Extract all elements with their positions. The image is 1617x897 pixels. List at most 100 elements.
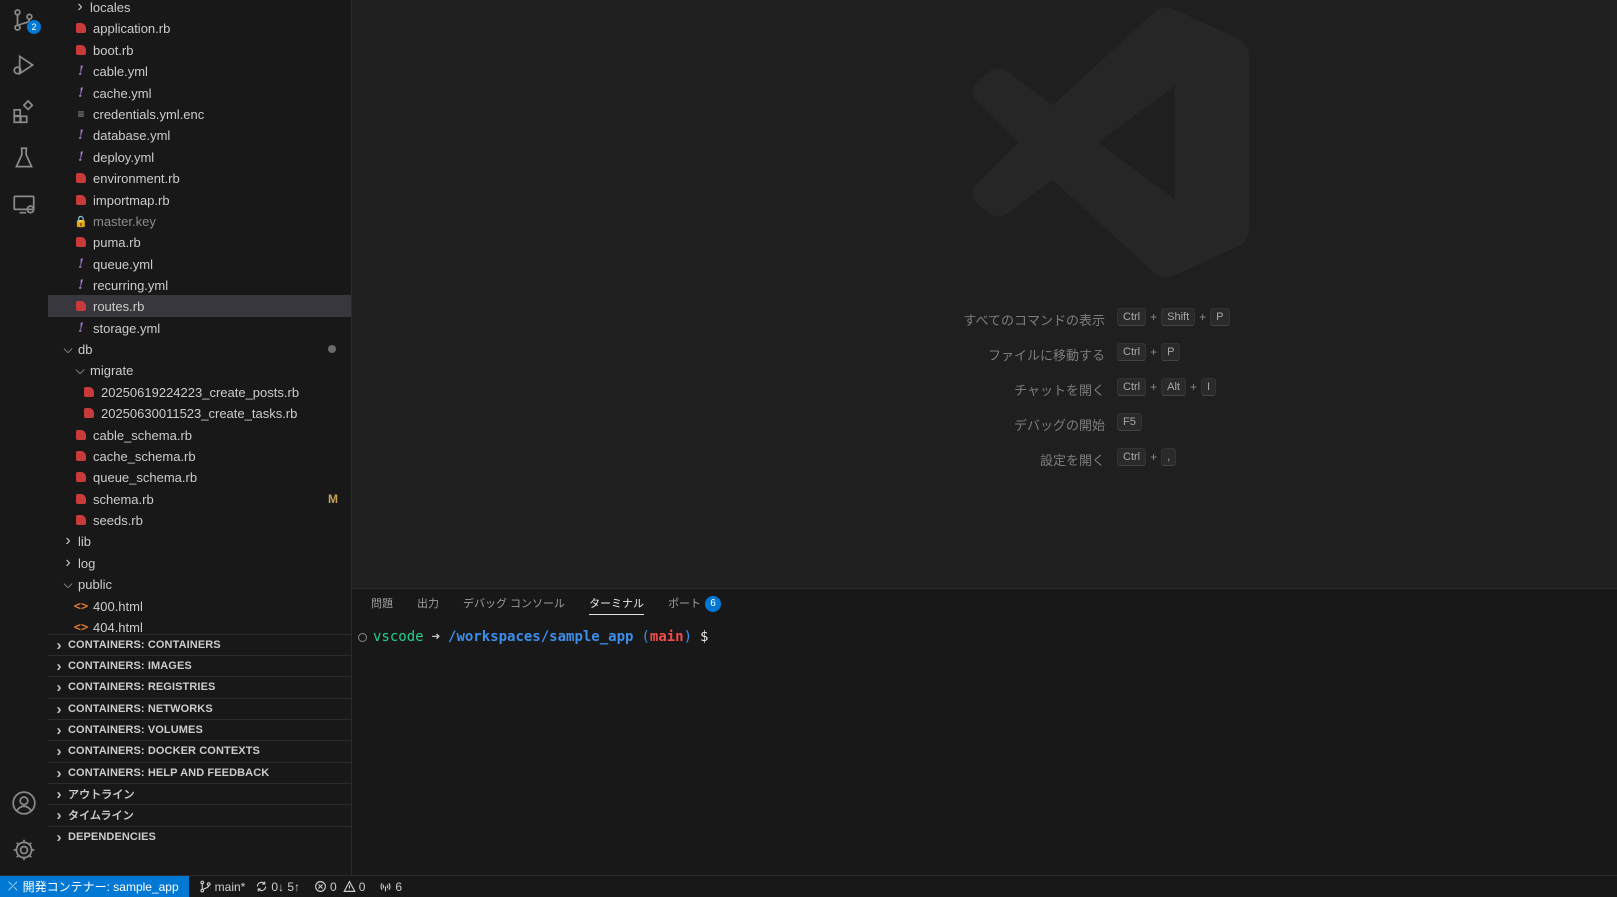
yaml-file-icon: ! xyxy=(78,277,84,293)
run-debug-icon[interactable] xyxy=(10,51,38,79)
yaml-file-icon: ! xyxy=(78,320,84,336)
key-cap: P xyxy=(1210,308,1230,326)
tree-file[interactable]: queue_schema.rb xyxy=(48,466,351,488)
sidebar-section-header[interactable]: › アウトライン xyxy=(48,783,351,804)
chevron-right-icon: › xyxy=(56,828,62,846)
tree-file[interactable]: <> 400.html xyxy=(48,595,351,617)
tree-folder[interactable]: › lib xyxy=(48,530,351,552)
branch-status[interactable]: main* xyxy=(199,880,245,894)
sidebar-section-header[interactable]: › CONTAINERS: HELP AND FEEDBACK xyxy=(48,762,351,783)
remote-indicator-button[interactable]: ⤫ 開発コンテナー: sample_app xyxy=(0,875,189,897)
ports-count: 6 xyxy=(395,879,403,894)
sidebar-section-header[interactable]: › DEPENDENCIES xyxy=(48,826,351,847)
tab-ports-label: ポート xyxy=(668,598,702,610)
tab-terminal[interactable]: ターミナル xyxy=(589,589,645,619)
tree-file[interactable]: ≡ credentials.yml.enc xyxy=(48,103,351,125)
ports-status[interactable]: 6 xyxy=(379,880,402,894)
tree-file[interactable]: ! database.yml xyxy=(48,124,351,146)
shortcut-entry[interactable]: 設定を開く Ctrl +, xyxy=(352,448,1617,468)
tree-file[interactable]: ! queue.yml xyxy=(48,253,351,275)
chevron-right-icon: › xyxy=(56,678,62,696)
tree-folder[interactable]: ⌵ public xyxy=(48,573,351,595)
tree-item-label: public xyxy=(78,576,112,592)
tree-file[interactable]: ! recurring.yml xyxy=(48,274,351,296)
tree-folder[interactable]: ⌵ db xyxy=(48,338,351,360)
tree-file[interactable]: 🔒 master.key xyxy=(48,210,351,232)
sidebar-section-header[interactable]: › CONTAINERS: CONTAINERS xyxy=(48,634,351,655)
tree-file[interactable]: application.rb xyxy=(48,17,351,39)
tree-item-label: 400.html xyxy=(93,598,143,614)
tree-folder[interactable]: › log xyxy=(48,552,351,574)
account-icon[interactable] xyxy=(10,789,38,817)
yaml-file-icon: ! xyxy=(78,256,84,272)
lock-file-icon: 🔒 xyxy=(74,215,88,228)
tree-file[interactable]: 20250630011523_create_tasks.rb xyxy=(48,402,351,424)
tree-file[interactable]: ! deploy.yml xyxy=(48,146,351,168)
tree-folder[interactable]: › locales xyxy=(48,0,351,18)
source-control-badge: 2 xyxy=(27,20,41,34)
source-control-icon[interactable]: 2 xyxy=(10,6,41,34)
sidebar-section-header[interactable]: › CONTAINERS: NETWORKS xyxy=(48,698,351,719)
ruby-file-icon xyxy=(74,17,88,39)
tree-file[interactable]: puma.rb xyxy=(48,231,351,253)
tree-item-label: 404.html xyxy=(93,619,143,635)
problems-status[interactable]: 0 0 xyxy=(314,880,365,894)
shortcut-entry[interactable]: ファイルに移動する Ctrl + P xyxy=(352,343,1617,363)
sidebar-section-header[interactable]: › CONTAINERS: DOCKER CONTEXTS xyxy=(48,740,351,761)
key-separator: + xyxy=(1189,380,1197,394)
command-decoration-icon xyxy=(358,632,367,642)
tree-file[interactable]: 20250619224223_create_posts.rb xyxy=(48,381,351,403)
warning-count: 0 xyxy=(358,879,366,894)
chevron-right-icon: › xyxy=(56,764,62,782)
key-separator: + xyxy=(1150,380,1158,394)
tree-file[interactable]: ! cache.yml xyxy=(48,82,351,104)
tree-item-label: 20250619224223_create_posts.rb xyxy=(101,384,300,400)
tree-item-label: schema.rb xyxy=(93,491,154,507)
chevron-down-icon: ⌵ xyxy=(63,341,73,356)
error-icon xyxy=(315,881,326,892)
activity-bar: 2 xyxy=(0,0,48,875)
tree-file[interactable]: environment.rb xyxy=(48,167,351,189)
sidebar-section-header[interactable]: › CONTAINERS: IMAGES xyxy=(48,655,351,676)
tree-file[interactable]: ! cable.yml xyxy=(48,60,351,82)
key-separator: + xyxy=(1199,310,1207,324)
shortcut-entry[interactable]: すべてのコマンドの表示 Ctrl + Shift + P xyxy=(352,308,1617,328)
terminal-paren-close: ) xyxy=(683,629,693,645)
terminal-arrow: ➜ xyxy=(431,629,441,645)
shortcut-entry[interactable]: チャットを開く Ctrl + Alt + I xyxy=(352,378,1617,398)
chevron-right-icon: › xyxy=(56,636,62,654)
shortcut-label: すべてのコマンドの表示 xyxy=(963,313,1105,328)
tree-file[interactable]: cache_schema.rb xyxy=(48,445,351,467)
text-file-icon: ≡ xyxy=(77,107,85,121)
tree-file[interactable]: seeds.rb xyxy=(48,509,351,531)
section-title: CONTAINERS: DOCKER CONTEXTS xyxy=(68,745,260,757)
sidebar-section-header[interactable]: › タイムライン xyxy=(48,804,351,825)
tree-file[interactable]: ! storage.yml xyxy=(48,317,351,339)
tab-problems[interactable]: 問題 xyxy=(371,589,393,619)
chevron-right-icon: › xyxy=(56,806,62,824)
section-title: CONTAINERS: HELP AND FEEDBACK xyxy=(68,767,270,779)
tree-file[interactable]: importmap.rb xyxy=(48,189,351,211)
git-branch-icon xyxy=(200,880,211,893)
extensions-icon[interactable] xyxy=(10,98,38,126)
tree-folder[interactable]: ⌵ migrate xyxy=(48,359,351,381)
section-title: CONTAINERS: REGISTRIES xyxy=(68,681,216,693)
sidebar-section-header[interactable]: › CONTAINERS: REGISTRIES xyxy=(48,676,351,697)
ruby-file-icon xyxy=(74,509,88,531)
remote-explorer-icon[interactable] xyxy=(10,190,38,218)
tree-file[interactable]: routes.rb xyxy=(48,295,351,317)
tree-file[interactable]: schema.rb M xyxy=(48,488,351,510)
sync-status[interactable]: 0↓ 5↑ xyxy=(255,880,300,894)
sidebar-section-header[interactable]: › CONTAINERS: VOLUMES xyxy=(48,719,351,740)
tab-output[interactable]: 出力 xyxy=(417,589,439,619)
manage-gear-icon[interactable] xyxy=(10,836,38,864)
testing-flask-icon[interactable] xyxy=(10,144,38,172)
tab-ports[interactable]: ポート 6 xyxy=(668,589,722,619)
ruby-file-icon xyxy=(82,381,96,403)
tree-file[interactable]: boot.rb xyxy=(48,39,351,61)
shortcut-entry[interactable]: デバッグの開始 F5 xyxy=(352,413,1617,433)
terminal-prompt[interactable]: vscode ➜ /workspaces/sample_app (main) $ xyxy=(358,629,708,645)
tree-file[interactable]: cable_schema.rb xyxy=(48,424,351,446)
chevron-right-icon: › xyxy=(77,0,83,15)
tab-debug-console[interactable]: デバッグ コンソール xyxy=(463,589,565,619)
